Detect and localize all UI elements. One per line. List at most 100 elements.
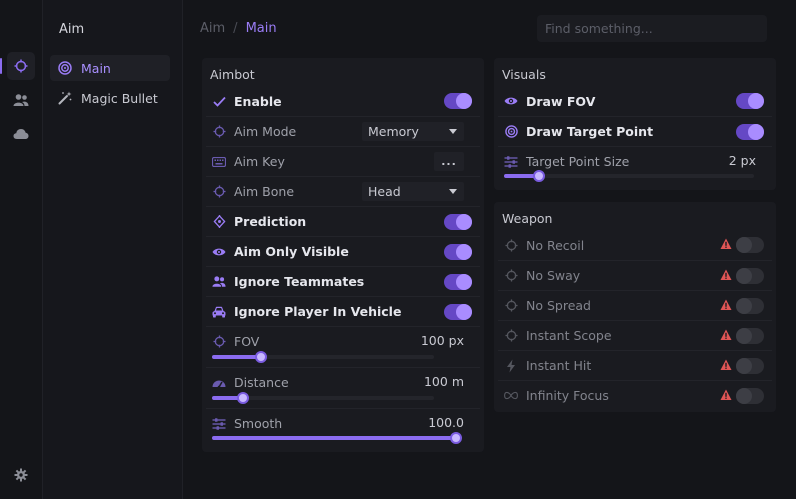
target-point-size-row: Target Point Size 2 px	[498, 146, 772, 186]
no-sway-toggle[interactable]	[736, 267, 764, 284]
aim-mode-value: Memory	[368, 124, 419, 139]
target-point-size-slider[interactable]	[504, 170, 754, 182]
breadcrumb-parent[interactable]: Aim	[200, 21, 225, 36]
target-point-size-value: 2 px	[728, 153, 756, 168]
instant-hit-row[interactable]: Instant Hit	[498, 350, 772, 380]
aim-bone-label: Aim Bone	[234, 184, 295, 199]
breadcrumb-separator: /	[233, 21, 238, 36]
crosshair-icon	[212, 335, 226, 349]
distance-label: Distance	[234, 375, 289, 390]
no-sway-label: No Sway	[526, 268, 581, 283]
search-input[interactable]	[537, 15, 767, 42]
instant-hit-label: Instant Hit	[526, 358, 592, 373]
warning-icon	[720, 269, 732, 281]
prediction-label: Prediction	[234, 214, 307, 229]
rail-players-button[interactable]	[7, 86, 35, 114]
fov-slider-row: FOV 100 px	[206, 326, 480, 366]
check-icon	[212, 94, 226, 108]
target-point-size-slider-handle[interactable]	[533, 170, 545, 182]
sidebar-item-label: Magic Bullet	[81, 90, 158, 106]
aim-only-visible-row[interactable]: Aim Only Visible	[206, 236, 480, 266]
aim-mode-select[interactable]: Memory	[362, 122, 464, 141]
settings-button[interactable]	[7, 461, 35, 489]
fov-slider-handle[interactable]	[254, 351, 267, 363]
prediction-toggle[interactable]	[444, 213, 472, 230]
enable-row[interactable]: Enable	[206, 86, 480, 116]
infinity-focus-row[interactable]: Infinity Focus	[498, 380, 772, 410]
smooth-slider-row: Smooth 100.0	[206, 408, 480, 448]
fov-slider[interactable]	[212, 351, 434, 363]
draw-fov-row[interactable]: Draw FOV	[498, 86, 772, 116]
prediction-icon	[212, 215, 226, 229]
aim-mode-row: Aim Mode Memory	[206, 116, 480, 146]
ignore-vehicle-row[interactable]: Ignore Player In Vehicle	[206, 296, 480, 326]
users-icon	[13, 94, 29, 106]
ignore-teammates-row[interactable]: Ignore Teammates	[206, 266, 480, 296]
smooth-value: 100.0	[428, 415, 464, 430]
aim-bone-row: Aim Bone Head	[206, 176, 480, 206]
sliders-icon	[212, 417, 226, 431]
smooth-label: Smooth	[234, 416, 283, 431]
users-icon	[212, 275, 226, 289]
chevron-down-icon	[449, 129, 457, 134]
visuals-panel: Visuals Draw FOV Draw Target Point Targe…	[494, 58, 776, 190]
instant-hit-toggle[interactable]	[736, 357, 764, 374]
rail-aim-button[interactable]	[0, 52, 35, 80]
no-spread-label: No Spread	[526, 298, 591, 313]
instant-scope-toggle[interactable]	[736, 327, 764, 344]
ignore-teammates-toggle[interactable]	[444, 273, 472, 290]
draw-target-point-row[interactable]: Draw Target Point	[498, 116, 772, 146]
no-spread-row[interactable]: No Spread	[498, 290, 772, 320]
warning-icon	[720, 238, 732, 250]
keyboard-icon	[212, 155, 226, 169]
warning-icon	[720, 299, 732, 311]
draw-target-point-label: Draw Target Point	[526, 124, 654, 139]
aim-bone-value: Head	[368, 184, 401, 199]
draw-fov-toggle[interactable]	[736, 93, 764, 109]
instant-scope-label: Instant Scope	[526, 328, 612, 343]
infinity-focus-toggle[interactable]	[736, 387, 764, 404]
aim-key-button[interactable]: ...	[434, 152, 464, 171]
eye-icon	[504, 94, 518, 108]
distance-slider-handle[interactable]	[237, 392, 250, 404]
ignore-vehicle-toggle[interactable]	[444, 303, 472, 320]
smooth-slider[interactable]	[212, 432, 462, 444]
fov-slider-fill	[212, 355, 261, 359]
aim-only-visible-label: Aim Only Visible	[234, 244, 349, 259]
sidebar-item-main[interactable]: Main	[50, 55, 170, 81]
weapon-panel-title: Weapon	[502, 211, 553, 226]
warning-icon	[720, 389, 732, 401]
draw-target-point-toggle[interactable]	[736, 123, 764, 140]
crosshair-icon	[14, 59, 28, 73]
aim-bone-select[interactable]: Head	[362, 182, 464, 201]
crosshair-icon	[212, 125, 226, 139]
no-recoil-row[interactable]: No Recoil	[498, 230, 772, 260]
no-sway-row[interactable]: No Sway	[498, 260, 772, 290]
distance-value: 100 m	[423, 374, 464, 389]
chevron-down-icon	[449, 189, 457, 194]
crosshair-icon	[504, 299, 518, 313]
sidebar-item-magic-bullet[interactable]: Magic Bullet	[50, 85, 170, 111]
smooth-slider-handle[interactable]	[450, 432, 462, 444]
breadcrumb-current: Main	[245, 21, 277, 36]
fov-value: 100 px	[420, 333, 464, 348]
enable-toggle[interactable]	[444, 93, 472, 109]
gauge-icon	[212, 376, 226, 390]
aim-only-visible-toggle[interactable]	[444, 243, 472, 260]
distance-slider[interactable]	[212, 392, 434, 404]
sidebar-title: Aim	[59, 22, 85, 37]
aimbot-panel: Aimbot Enable Aim Mode Memory Aim Key ..…	[202, 58, 484, 452]
crosshair-icon	[504, 269, 518, 283]
no-recoil-toggle[interactable]	[736, 237, 764, 253]
eye-icon	[212, 245, 226, 259]
target-point-size-label: Target Point Size	[526, 154, 630, 169]
no-spread-toggle[interactable]	[736, 297, 764, 314]
instant-scope-row[interactable]: Instant Scope	[498, 320, 772, 350]
ignore-vehicle-label: Ignore Player In Vehicle	[234, 304, 402, 319]
sidebar: Aim Main Magic Bullet	[43, 0, 183, 499]
crosshair-icon	[504, 329, 518, 343]
prediction-row[interactable]: Prediction	[206, 206, 480, 236]
target-icon	[57, 60, 73, 76]
rail-cloud-button[interactable]	[7, 120, 35, 148]
target-icon	[504, 125, 518, 139]
